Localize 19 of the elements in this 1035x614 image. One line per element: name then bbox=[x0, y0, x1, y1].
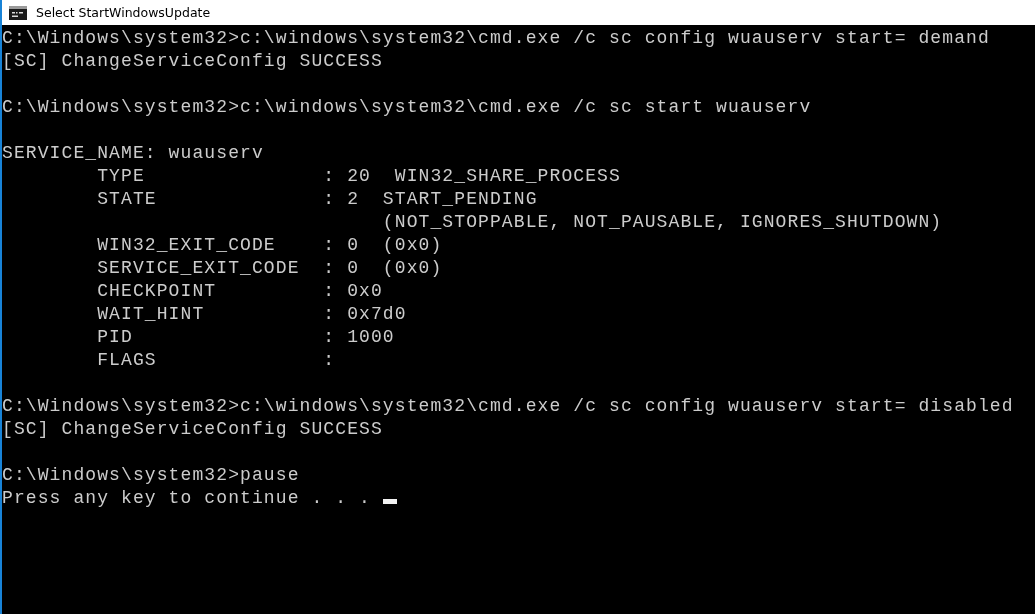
console-line: FLAGS : bbox=[96, 349, 336, 370]
console-line: (NOT_STOPPABLE, NOT_PAUSABLE, IGNORES_SHUTDOWN) bbox=[381, 211, 943, 232]
console-line: WAIT_HINT : 0x7d0 bbox=[96, 303, 407, 324]
console-line: C:\Windows\system32>c:\windows\system32\cmd.exe /c sc config wuauserv start= demand bbox=[2, 27, 990, 48]
console-line: [SC] ChangeServiceConfig SUCCESS bbox=[2, 418, 383, 439]
console-line: TYPE : 20 WIN32_SHARE_PROCESS bbox=[96, 165, 621, 186]
console-line: PID : 1000 bbox=[96, 326, 395, 347]
console-line: C:\Windows\system32>pause bbox=[2, 464, 300, 485]
window-title: Select StartWindowsUpdate bbox=[36, 5, 211, 20]
console-line: C:\Windows\system32>c:\windows\system32\cmd.exe /c sc config wuauserv start= disabled bbox=[2, 395, 1014, 416]
console-line: CHECKPOINT : 0x0 bbox=[96, 280, 383, 301]
console-line: STATE : 2 START_PENDING bbox=[96, 188, 538, 209]
console-line: SERVICE_NAME: wuauserv bbox=[2, 142, 264, 163]
console-icon bbox=[9, 5, 27, 20]
console-line: SERVICE_EXIT_CODE : 0 (0x0) bbox=[96, 257, 443, 278]
console-line: [SC] ChangeServiceConfig SUCCESS bbox=[2, 50, 383, 71]
console-line: Press any key to continue . . . bbox=[2, 487, 372, 508]
console-line: C:\Windows\system32>c:\windows\system32\cmd.exe /c sc start wuauserv bbox=[2, 96, 812, 117]
console-line: WIN32_EXIT_CODE : 0 (0x0) bbox=[96, 234, 443, 255]
